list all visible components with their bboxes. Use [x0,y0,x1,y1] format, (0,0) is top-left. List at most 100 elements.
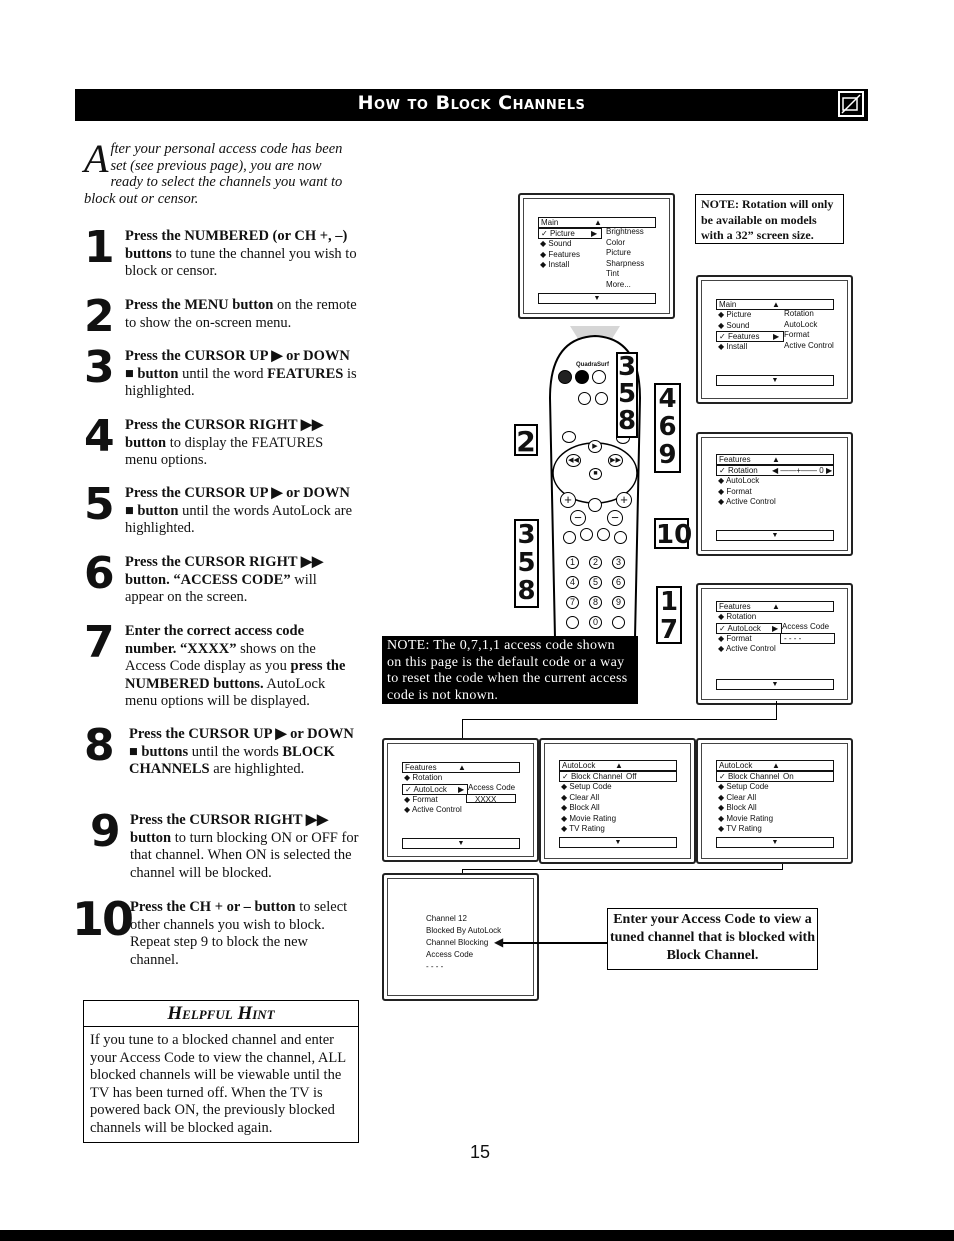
menu-header: Features ▲ [402,762,520,773]
brand-label: QuadraSurf [576,362,610,368]
menu-item: ◆ Movie Rating [718,813,774,823]
step-number: 2 [84,291,115,342]
step-detail: are highlighted. [209,761,305,777]
cursor-up-button[interactable]: ▶ [588,440,602,453]
callout-steps-1-7: 1 7 [656,586,682,644]
cc-button[interactable] [566,616,579,629]
step-1: 1 Press the NUMBERED (or CH +, –) buttons… [84,224,359,281]
access-code-label: Access Code [782,622,830,631]
step-number: 8 [84,720,115,771]
cursor-right-button[interactable]: ▶▶ [608,454,623,467]
menu-item: ◆ Active Control [404,805,462,814]
menu-item-selected: ✓ AutoLock ▶ [402,783,468,795]
callout-steps-3-5-8-up: 3 5 8 [616,352,638,438]
step-5: 5 Press the CURSOR UP ▶ or DOWN ■ button … [84,481,359,538]
blocked-line: Channel Blocking [426,938,489,947]
onscreen-menu: Features ▲ ◆ Rotation ✓ AutoLock ▶ ◆ Forma… [716,601,835,690]
tv-screen-features-rotation: Features ▲ ✓ Rotation ◀ ——+—— 0 ▶ ◆ AutoLo… [696,432,853,556]
onscreen-menu: Features ▲ ✓ Rotation ◀ ——+—— 0 ▶ ◆ AutoLo… [716,454,834,541]
menu-item-selected: ✓ Block Channel Off [559,771,677,782]
step-8: 8 Press the CURSOR UP ▶ or DOWN ■ buttons… [84,722,359,779]
function-button-2[interactable] [580,528,593,541]
cursor-left-button[interactable]: ◀◀ [566,454,581,467]
number-button-4[interactable]: 4 [566,576,579,589]
page-number: 15 [469,1142,491,1162]
step-7: 7 Enter the correct access code number. “… [84,619,359,711]
quadrasurf-button-3[interactable] [592,370,606,384]
channel-down-button[interactable]: − [607,510,623,526]
menu-item: ◆ Active Control [718,644,776,653]
onscreen-menu: AutoLock ▲ ✓ Block Channel On ◆ Setup Code… [716,760,834,848]
quadrasurf-button-1[interactable] [558,370,572,384]
step-number: 9 [90,806,121,857]
submenu-list: Rotation AutoLock Format Active Control [784,309,834,351]
menu-item: ◆ Block All [561,803,600,812]
tv-screen-main-features: Main ▲ ◆ Picture ◆ Sound ✓ Features ▶ ◆ In… [696,275,853,404]
hint-title: Helpful Hint [84,1001,358,1027]
function-button-3[interactable] [597,528,610,541]
sleep-button[interactable] [614,531,627,544]
menu-item: ◆ Clear All [561,792,600,802]
cursor-down-button[interactable]: ■ [589,468,602,480]
tv-screen-block-channel-off: AutoLock ▲ ✓ Block Channel Off ◆ Setup Cod… [539,738,696,864]
tv-screen-features-autolock: Features ▲ ◆ Rotation ✓ AutoLock ▶ ◆ Forma… [696,583,853,705]
submenu-item: More... [606,279,631,289]
number-button-5[interactable]: 5 [589,576,602,589]
number-button-1[interactable]: 1 [566,556,579,569]
drop-cap: A [84,136,109,181]
callout-steps-3-5-8-down: 3 5 8 [514,519,539,608]
number-button-7[interactable]: 7 [566,596,579,609]
callout-step-2: 2 [514,424,538,457]
scroll-down-indicator: ▼ [716,375,834,386]
menu-button[interactable] [562,431,576,443]
menu-header: AutoLock ▲ [559,760,677,771]
channel-up-button[interactable]: + [616,492,632,508]
blocked-line: Channel 12 [426,914,467,923]
tv-screen-channel-blocked: Channel 12 Blocked By AutoLock Channel B… [382,873,539,1001]
step-2: 2 Press the MENU button on the remote to … [84,293,359,341]
number-button-3[interactable]: 3 [612,556,625,569]
step-detail: until the word [178,365,268,382]
av-button[interactable] [612,616,625,629]
number-button-2[interactable]: 2 [589,556,602,569]
submenu-item: Active Control [784,340,834,350]
blocked-line: Blocked By AutoLock [426,926,502,935]
number-button-6[interactable]: 6 [612,576,625,589]
step-instruction: Press the CH + or – button [130,899,296,915]
scroll-down-indicator: ▼ [716,679,834,690]
mute-button[interactable] [588,498,602,512]
step-detail: until the words [188,743,283,760]
callout-step-10: 10 [654,518,693,550]
step-number: 6 [84,548,115,599]
number-button-9[interactable]: 9 [612,596,625,609]
number-button-0[interactable]: 0 [589,616,602,629]
step-number: 10 [72,892,134,946]
surf-button-b[interactable] [595,392,608,405]
function-button-1[interactable] [563,531,576,544]
onscreen-menu: Main ▲ ✓ Picture ▶ ◆ Sound ◆ Features ◆ In… [538,217,656,304]
arrow-left-icon: ◀ [494,935,504,949]
access-code-note: NOTE: The 0,7,1,1 access code shown on t… [382,636,638,704]
volume-down-button[interactable]: − [570,510,586,526]
submenu-item: Sharpness [606,258,645,268]
submenu-list: Brightness Color Picture Sharpness Tint … [606,227,644,290]
quadrasurf-button-2[interactable] [575,370,589,384]
page-title: How to Block Channels [357,92,586,114]
menu-item: ◆ Clear All [718,792,757,802]
volume-up-button[interactable]: + [560,492,576,508]
submenu-item: AutoLock [784,319,818,329]
scroll-down-indicator: ▼ [538,293,656,304]
submenu-item: Format [784,330,810,339]
step-4: 4 Press the CURSOR RIGHT ▶▶ button to dis… [84,413,359,470]
number-button-8[interactable]: 8 [589,596,602,609]
menu-item-selected: ✓ AutoLock ▶ [716,622,782,634]
onscreen-menu: Features ▲ ◆ Rotation ✓ AutoLock ▶ ◆ Forma… [402,762,520,849]
menu-item: ◆ Setup Code [561,782,612,791]
submenu-item: Picture [606,248,631,257]
step-6: 6 Press the CURSOR RIGHT ▶▶ button. “ACCE… [84,550,359,607]
arrow-line [500,942,607,944]
intro-paragraph: After your personal access code has been… [84,136,354,207]
menu-item: ◆ Rotation [404,773,443,782]
surf-button-a[interactable] [578,392,591,405]
intro-text: fter your personal access code has been … [84,141,343,207]
